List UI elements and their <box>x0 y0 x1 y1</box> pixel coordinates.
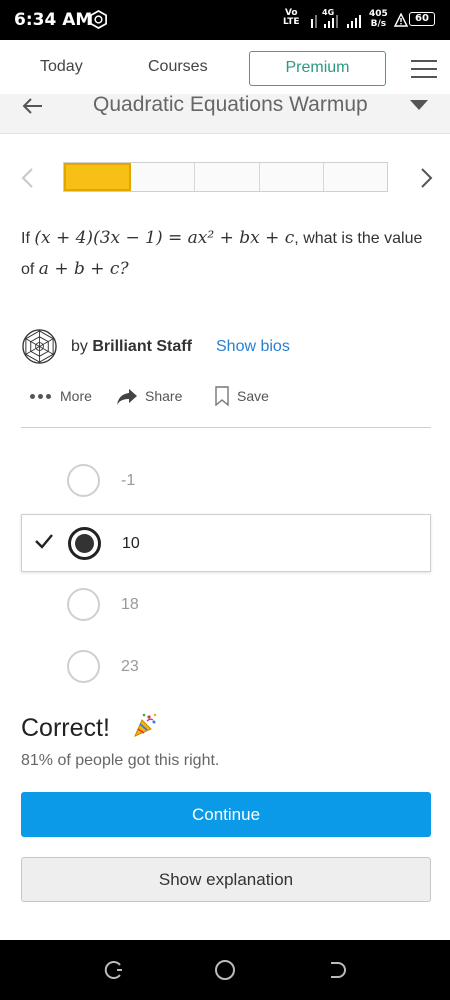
share-arrow-icon[interactable] <box>116 388 138 406</box>
radio-button[interactable] <box>67 650 100 683</box>
show-bios-link[interactable]: Show bios <box>216 338 290 356</box>
author-byline: by Brilliant Staff <box>71 338 192 355</box>
chevron-right-icon[interactable] <box>419 167 435 189</box>
answer-option[interactable]: -1 <box>21 452 431 510</box>
volte-indicator: Vo LTE <box>283 8 300 27</box>
warning-triangle-icon <box>394 13 408 27</box>
answer-option[interactable]: 23 <box>21 638 431 696</box>
bookmark-icon[interactable] <box>215 386 229 406</box>
radio-button-checked[interactable] <box>68 527 101 560</box>
status-bar: 6:34 AM Vo LTE 4G 405 B/s 60 <box>0 0 450 40</box>
recent-apps-icon[interactable] <box>103 959 125 981</box>
question-text: If (x + 4)(3x − 1) = ax² + bx + c, what … <box>21 228 423 279</box>
continue-button[interactable]: Continue <box>21 792 431 837</box>
geodesic-logo-icon <box>22 329 57 364</box>
question-expression: (x + 4)(3x − 1) = ax² + bx + c <box>34 228 295 248</box>
answer-option[interactable]: 18 <box>21 576 431 634</box>
answer-option-selected[interactable]: 10 <box>21 514 431 572</box>
party-popper-icon <box>134 713 157 737</box>
arrow-left-icon[interactable] <box>21 96 43 116</box>
chevron-left-icon[interactable] <box>19 167 35 189</box>
status-time: 6:34 AM <box>14 10 93 30</box>
network-speed: 405 B/s <box>369 9 388 29</box>
top-navigation: Today Courses Premium <box>0 40 450 94</box>
hexagon-app-icon <box>90 10 107 29</box>
lesson-title[interactable]: Quadratic Equations Warmup <box>93 93 368 117</box>
answer-label: 23 <box>121 658 139 675</box>
home-icon[interactable] <box>214 959 236 981</box>
progress-segment <box>259 163 324 191</box>
progress-segment <box>323 163 388 191</box>
tab-courses[interactable]: Courses <box>148 58 208 76</box>
more-button[interactable]: More <box>60 388 92 404</box>
signal-icon <box>311 15 361 28</box>
radio-button[interactable] <box>67 588 100 621</box>
caret-down-icon[interactable] <box>410 100 428 110</box>
radio-button[interactable] <box>67 464 100 497</box>
author-name: Brilliant Staff <box>92 338 192 355</box>
question-target: a + b + c <box>38 259 120 279</box>
premium-button[interactable]: Premium <box>249 51 386 86</box>
lesson-title-bar: Quadratic Equations Warmup <box>0 93 450 134</box>
hamburger-icon[interactable] <box>411 58 437 80</box>
progress-segment-completed <box>64 163 132 191</box>
answer-label: -1 <box>121 472 136 489</box>
lesson-progress-bar <box>63 162 388 192</box>
answer-label: 18 <box>121 596 139 613</box>
checkmark-icon <box>35 534 53 549</box>
tab-today[interactable]: Today <box>40 58 83 76</box>
answer-label: 10 <box>122 535 140 552</box>
divider <box>21 427 431 428</box>
save-button[interactable]: Save <box>237 388 269 404</box>
result-heading: Correct! <box>21 714 110 742</box>
show-explanation-button[interactable]: Show explanation <box>21 857 431 902</box>
progress-segment <box>131 163 196 191</box>
battery-icon: 60 <box>409 12 435 26</box>
back-icon[interactable] <box>326 959 348 981</box>
result-statistic: 81% of people got this right. <box>21 752 220 769</box>
progress-segment <box>195 163 260 191</box>
system-navigation-bar <box>0 940 450 1000</box>
more-dots-icon[interactable] <box>30 394 52 400</box>
share-button[interactable]: Share <box>145 388 182 404</box>
